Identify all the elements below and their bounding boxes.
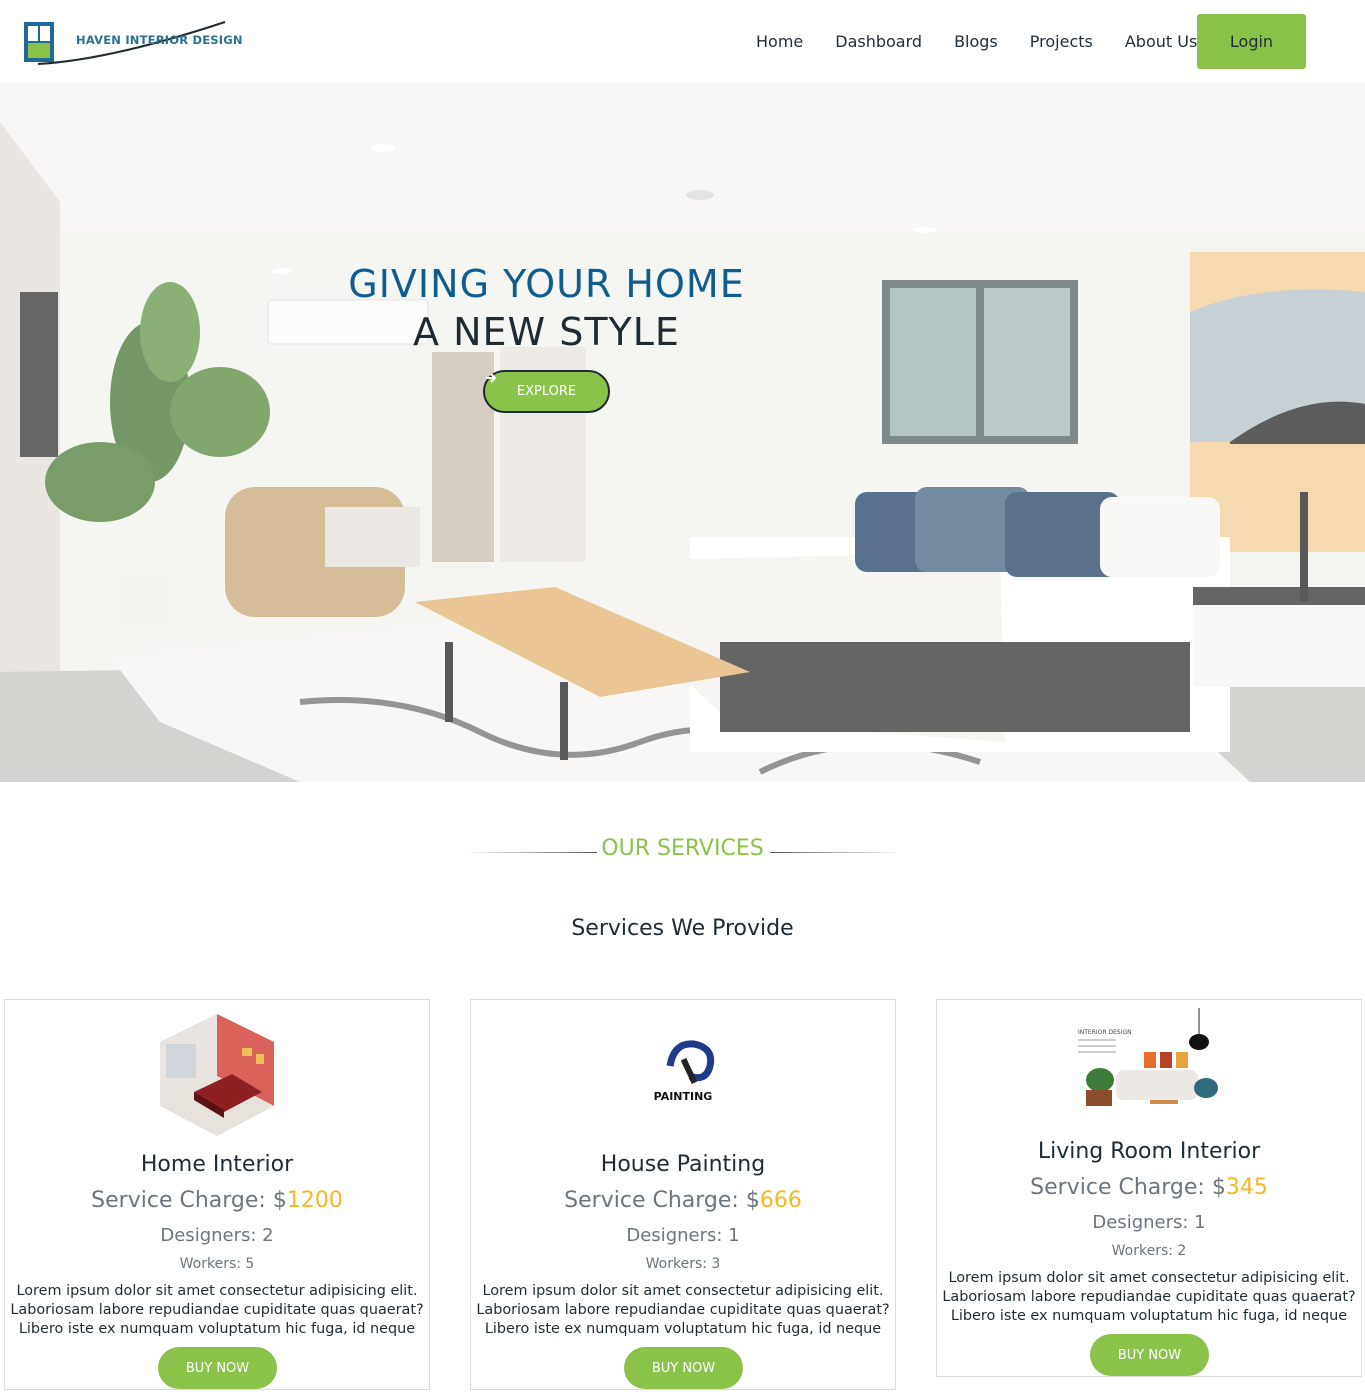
charge-label: Service Charge: $ bbox=[91, 1188, 287, 1213]
main-nav: Home Dashboard Blogs Projects About Us bbox=[740, 0, 1213, 82]
section-subtitle: Services We Provide bbox=[571, 916, 794, 941]
painting-logo-text: PAINTING bbox=[654, 1090, 713, 1103]
service-card-home-interior: Home Interior Service Charge: $1200 Desi… bbox=[4, 999, 430, 1390]
card-title: Living Room Interior bbox=[1037, 1139, 1261, 1164]
buy-now-button[interactable]: BUY NOW bbox=[1090, 1334, 1209, 1376]
painting-logo-illustration: PAINTING bbox=[654, 1040, 715, 1103]
card-image: PAINTING bbox=[471, 1036, 895, 1110]
charge-label: Service Charge: $ bbox=[564, 1188, 760, 1213]
nav-projects[interactable]: Projects bbox=[1014, 32, 1109, 51]
charge-price: 345 bbox=[1225, 1175, 1268, 1200]
card-description: Lorem ipsum dolor sit amet consectetur a… bbox=[942, 1270, 1356, 1324]
card-image: INTERIOR DESIGN bbox=[937, 1008, 1361, 1128]
card-service-charge: Service Charge: $1200 bbox=[5, 1188, 429, 1213]
charge-price: 666 bbox=[759, 1188, 802, 1213]
card-workers: Workers: 3 bbox=[645, 1256, 721, 1272]
card-designers: Designers: 2 bbox=[160, 1225, 274, 1246]
living-room-image-text: INTERIOR DESIGN bbox=[1078, 1029, 1132, 1036]
site-header: HAVEN INTERIOR DESIGN Home Dashboard Blo… bbox=[0, 0, 1365, 82]
card-title: Home Interior bbox=[140, 1152, 294, 1177]
card-service-charge: Service Charge: $666 bbox=[471, 1188, 895, 1213]
logo-text: HAVEN INTERIOR DESIGN bbox=[76, 33, 243, 47]
card-designers: Designers: 1 bbox=[1092, 1212, 1206, 1233]
logo[interactable]: HAVEN INTERIOR DESIGN bbox=[20, 16, 246, 68]
card-title: House Painting bbox=[600, 1152, 766, 1177]
charge-price: 1200 bbox=[286, 1188, 343, 1213]
card-designers: Designers: 1 bbox=[626, 1225, 740, 1246]
nav-dashboard[interactable]: Dashboard bbox=[819, 32, 938, 51]
hero-title-line1: GIVING YOUR HOME bbox=[348, 262, 745, 306]
card-image bbox=[5, 1014, 429, 1140]
living-room-illustration: INTERIOR DESIGN bbox=[1078, 1008, 1218, 1106]
service-card-house-painting: PAINTING House Painting Service Charge: … bbox=[470, 999, 896, 1390]
card-service-charge: Service Charge: $345 bbox=[937, 1175, 1361, 1200]
card-workers: Workers: 2 bbox=[1111, 1243, 1187, 1259]
card-description: Lorem ipsum dolor sit amet consectetur a… bbox=[476, 1283, 890, 1337]
buy-now-button[interactable]: BUY NOW bbox=[158, 1347, 277, 1389]
charge-label: Service Charge: $ bbox=[1030, 1175, 1226, 1200]
hero-banner: GIVING YOUR HOME A NEW STYLE EXPLORE bbox=[0, 82, 1365, 782]
card-description: Lorem ipsum dolor sit amet consectetur a… bbox=[10, 1283, 424, 1337]
bedroom-photo bbox=[0, 82, 1365, 782]
section-tag: OUR SERVICES bbox=[601, 836, 764, 861]
arrow-right-icon bbox=[486, 373, 497, 383]
login-button[interactable]: Login bbox=[1197, 14, 1306, 69]
nav-blogs[interactable]: Blogs bbox=[938, 32, 1014, 51]
section-divider-right bbox=[770, 852, 902, 853]
hero-title-line2: A NEW STYLE bbox=[413, 310, 680, 354]
explore-label: EXPLORE bbox=[516, 384, 577, 399]
isometric-room-illustration bbox=[160, 1014, 274, 1136]
explore-button[interactable]: EXPLORE bbox=[483, 370, 610, 413]
service-card-living-room-interior: INTERIOR DESIGN Living Room Interior Ser… bbox=[936, 999, 1362, 1377]
buy-now-button[interactable]: BUY NOW bbox=[624, 1347, 743, 1389]
nav-home[interactable]: Home bbox=[740, 32, 819, 51]
card-workers: Workers: 5 bbox=[179, 1256, 255, 1272]
